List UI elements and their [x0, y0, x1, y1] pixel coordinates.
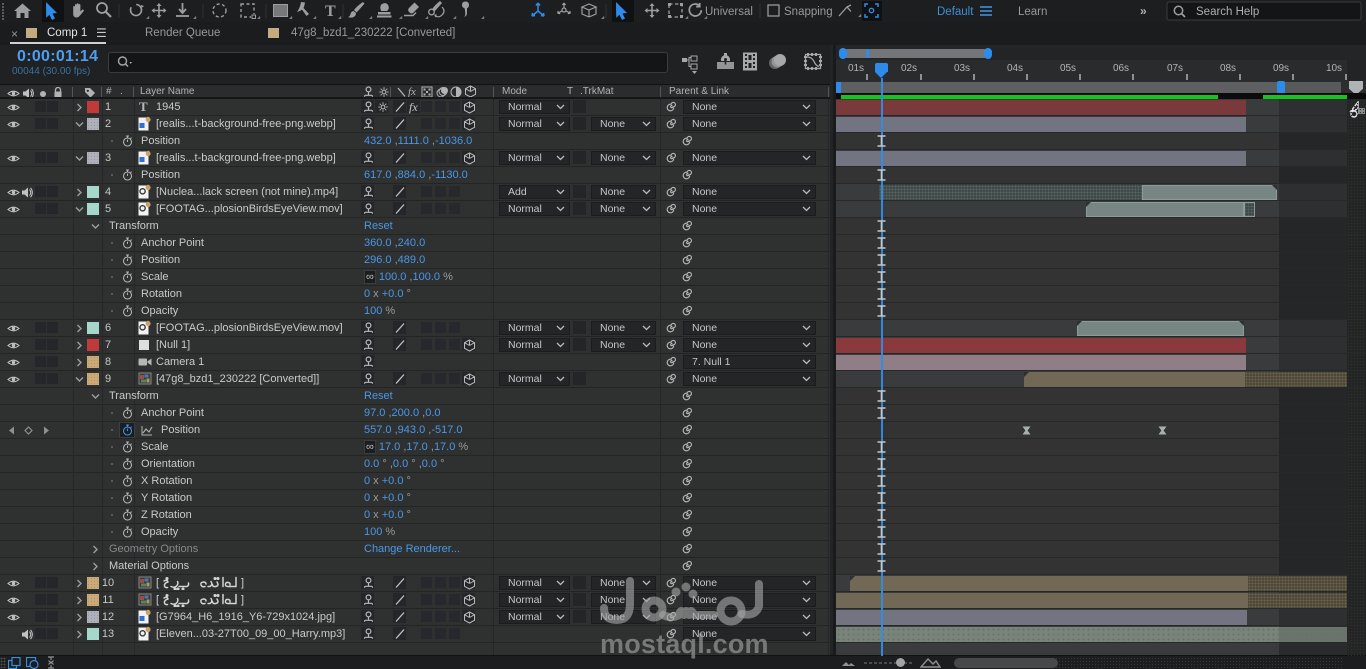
svg-text:Learn: Learn	[1018, 6, 1047, 18]
svg-text:Snapping: Snapping	[784, 6, 833, 18]
svg-text:T: T	[325, 3, 336, 20]
svg-text:Search Help: Search Help	[1196, 6, 1259, 18]
svg-text:Universal: Universal	[705, 6, 753, 18]
svg-text:Default: Default	[937, 6, 974, 18]
svg-text:»: »	[1140, 4, 1147, 18]
